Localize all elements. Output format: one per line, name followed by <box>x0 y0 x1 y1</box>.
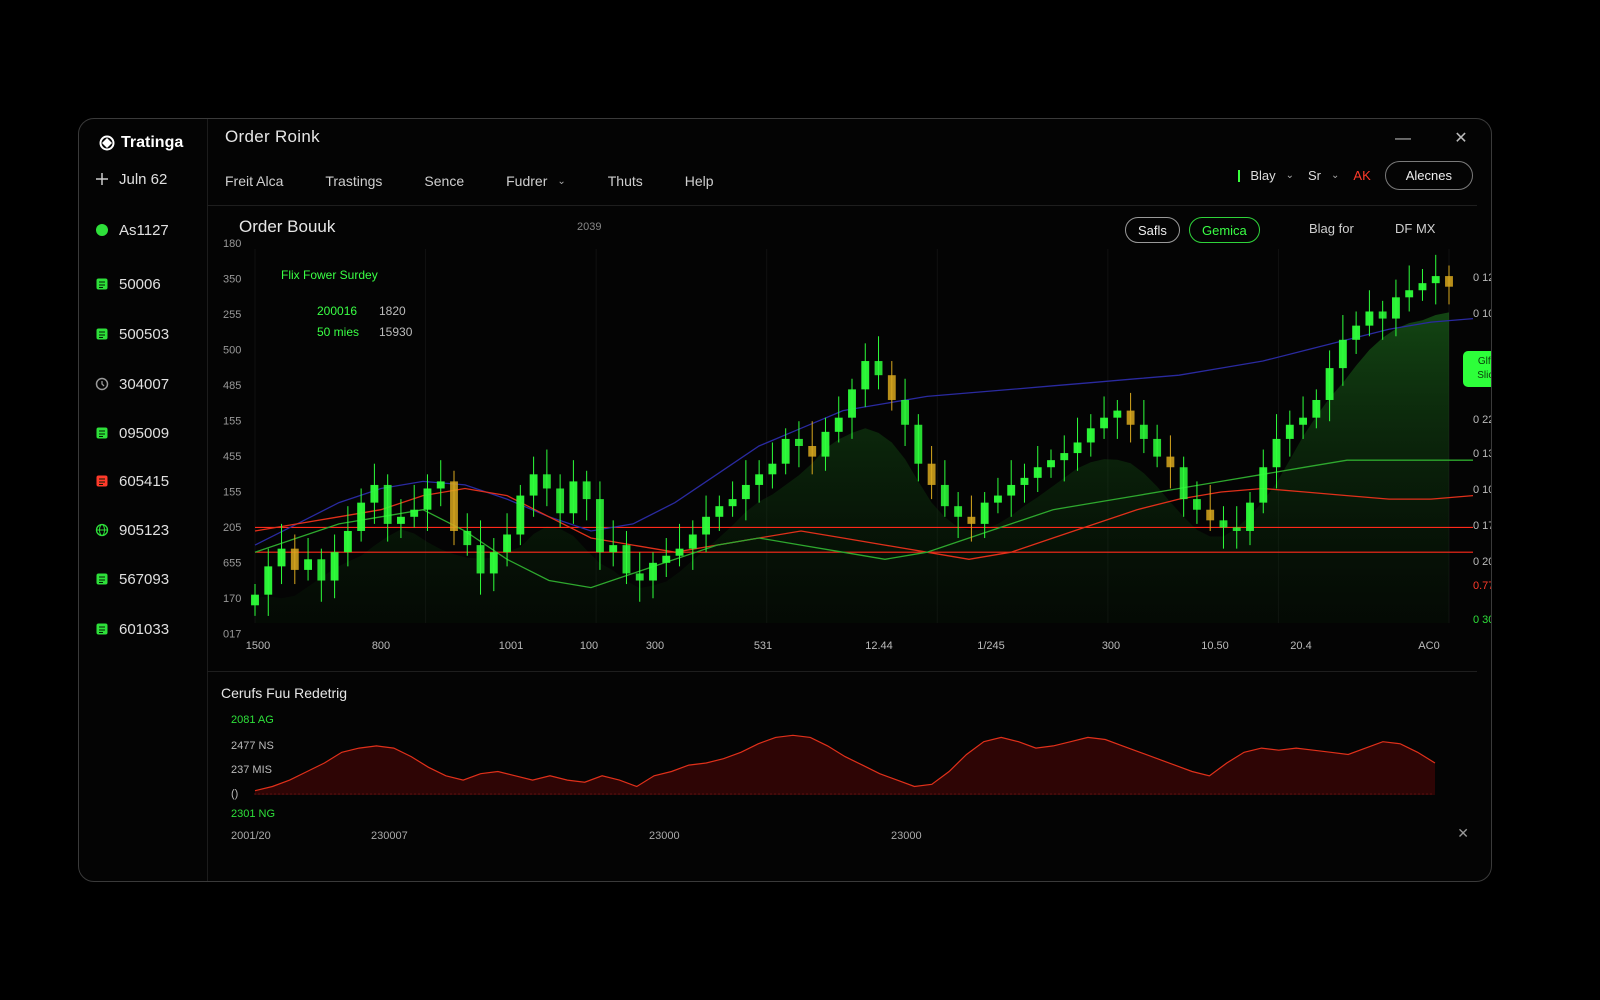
sub-x-label: 230007 <box>371 830 408 842</box>
sub-y-label: () <box>231 788 238 800</box>
app-window: Tratinga Juln 62 As1127 50006 500503 304007 0… <box>78 118 1492 882</box>
sub-y-label: 2081 AG <box>231 714 274 726</box>
sub-x-label: 23000 <box>649 830 680 842</box>
close-icon[interactable]: ✕ <box>1457 825 1469 842</box>
sub-y-label: 2301 NG <box>231 808 275 820</box>
sub-chart[interactable]: 2081 AG 2477 NS 237 MIS () 2301 NG 2001/20 230… <box>79 119 1491 881</box>
sub-y-label: 237 MIS <box>231 764 272 776</box>
sub-area-fill <box>255 735 1435 795</box>
sub-x-label: 23000 <box>891 830 922 842</box>
sub-x-label: 2001/20 <box>231 830 271 842</box>
sub-y-label: 2477 NS <box>231 740 274 752</box>
